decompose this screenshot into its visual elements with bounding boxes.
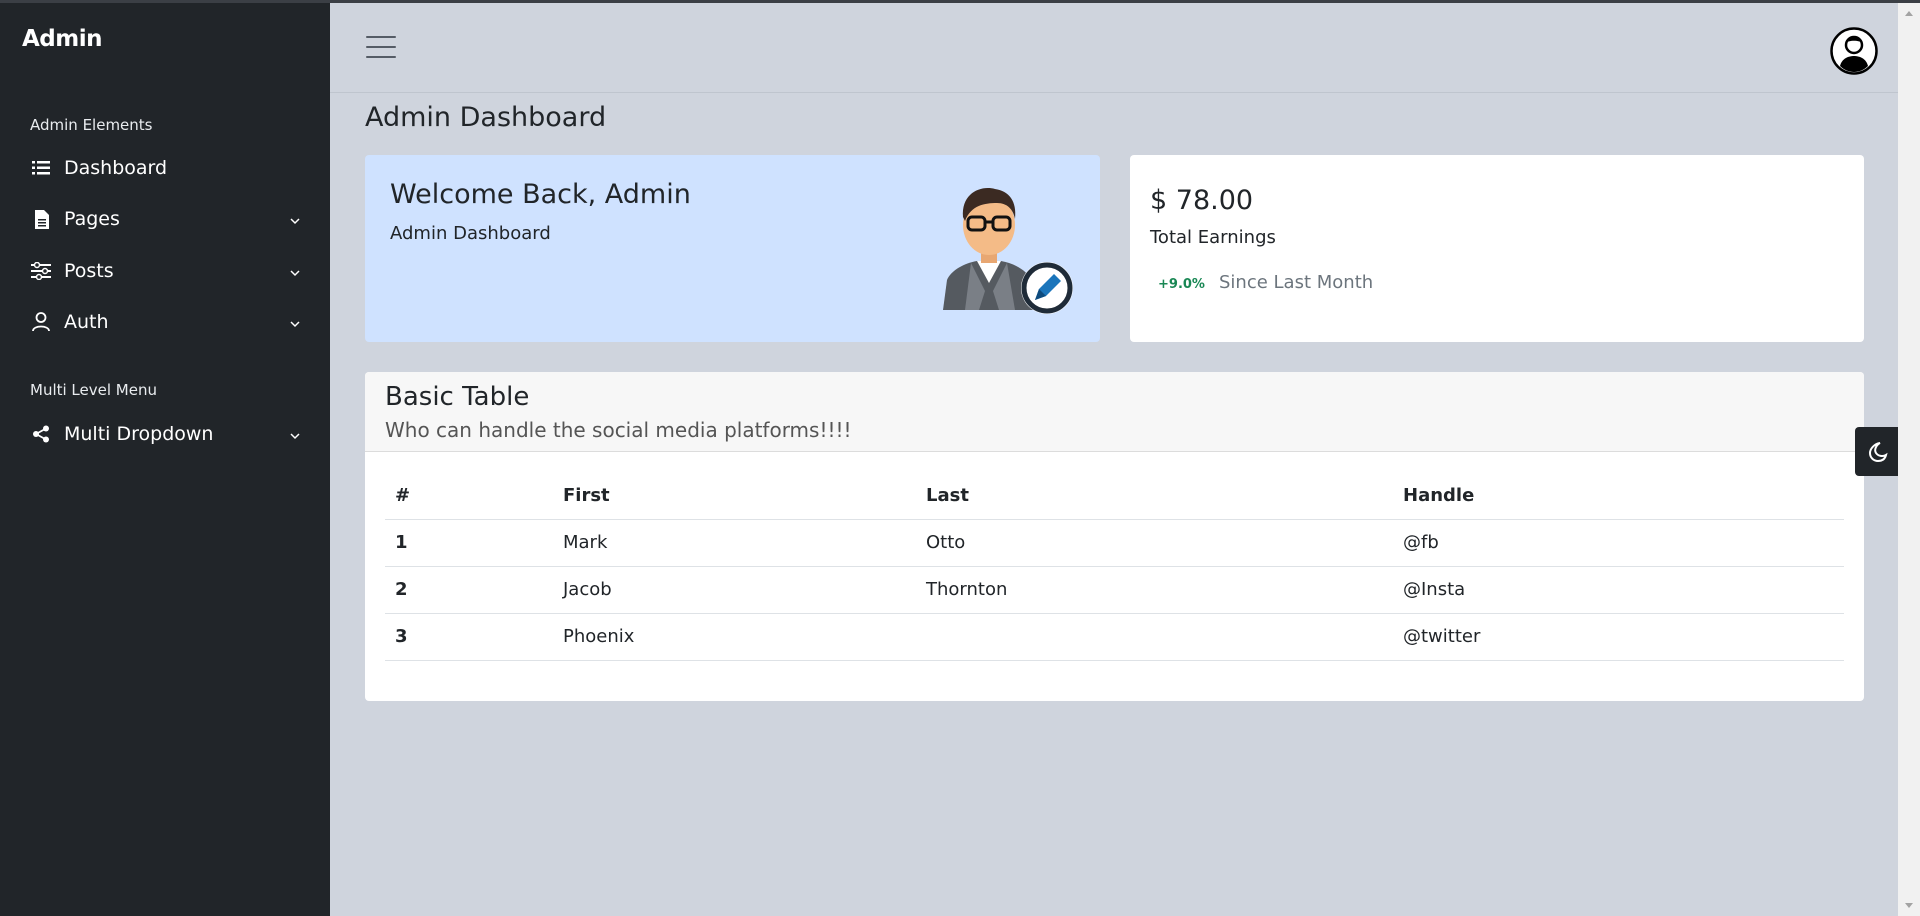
table-row: 1 Mark Otto @fb: [385, 519, 1844, 567]
share-icon: [30, 423, 52, 445]
sliders-icon: [30, 260, 52, 282]
hamburger-icon[interactable]: [366, 36, 396, 60]
sidebar: Admin Admin Elements Dashboard Pages Pos…: [0, 0, 330, 916]
table-cell: @Insta: [1393, 566, 1844, 614]
page-title: Admin Dashboard: [365, 102, 607, 133]
moon-icon: [1868, 441, 1888, 462]
chevron-down-icon: [290, 270, 300, 277]
scroll-up-arrow-icon[interactable]: [1905, 11, 1913, 16]
welcome-subtitle: Admin Dashboard: [390, 223, 551, 244]
section-label-multi-level-menu: Multi Level Menu: [30, 381, 157, 399]
window-top-border: [0, 0, 1920, 3]
table-cell: Jacob: [553, 566, 916, 614]
sidebar-item-multi-dropdown[interactable]: Multi Dropdown: [30, 414, 306, 454]
chevron-down-icon: [290, 433, 300, 440]
list-icon: [30, 157, 52, 179]
table-cell: 1: [385, 519, 553, 567]
chevron-down-icon: [290, 321, 300, 328]
chevron-down-icon: [290, 218, 300, 225]
table-card-header: Basic Table Who can handle the social me…: [365, 372, 1864, 452]
earnings-label: Total Earnings: [1150, 227, 1276, 248]
table-cell: [916, 613, 1393, 661]
column-header: First: [553, 472, 916, 520]
sidebar-item-label: Multi Dropdown: [64, 423, 214, 445]
user-icon: [30, 311, 52, 333]
sidebar-item-label: Posts: [64, 260, 114, 282]
table-cell: @twitter: [1393, 613, 1844, 661]
table-title: Basic Table: [385, 382, 530, 412]
table-cell: Otto: [916, 519, 1393, 567]
top-navbar: [330, 3, 1898, 93]
table-cell: @fb: [1393, 519, 1844, 567]
earnings-amount: $ 78.00: [1150, 185, 1254, 216]
sidebar-item-label: Dashboard: [64, 157, 168, 179]
growth-badge: +9.0%: [1158, 277, 1205, 292]
sidebar-item-posts[interactable]: Posts: [30, 251, 306, 291]
sidebar-item-dashboard[interactable]: Dashboard: [30, 148, 306, 188]
table-cell: 2: [385, 566, 553, 614]
welcome-title: Welcome Back, Admin: [390, 179, 691, 210]
table-cell: Mark: [553, 519, 916, 567]
column-header: Last: [916, 472, 1393, 520]
earnings-card: $ 78.00 Total Earnings +9.0% Since Last …: [1130, 155, 1864, 342]
sidebar-item-pages[interactable]: Pages: [30, 199, 306, 239]
scroll-down-arrow-icon[interactable]: [1905, 903, 1913, 908]
brand-logo[interactable]: Admin: [22, 26, 103, 52]
sidebar-item-auth[interactable]: Auth: [30, 302, 306, 342]
since-last-month-text: Since Last Month: [1219, 272, 1374, 293]
file-icon: [30, 208, 52, 230]
welcome-card: Welcome Back, Admin Admin Dashboard: [365, 155, 1100, 342]
basic-table-card: Basic Table Who can handle the social me…: [365, 372, 1864, 701]
table-subtitle: Who can handle the social media platform…: [385, 418, 852, 442]
table-cell: 3: [385, 613, 553, 661]
column-header: #: [385, 472, 553, 520]
table-cell: Phoenix: [553, 613, 916, 661]
table-cell: Thornton: [916, 566, 1393, 614]
page-scrollbar[interactable]: [1898, 3, 1920, 916]
table-row: 2 Jacob Thornton @Insta: [385, 566, 1844, 614]
user-avatar-icon[interactable]: [1830, 27, 1878, 75]
sidebar-item-label: Pages: [64, 208, 120, 230]
section-label-admin-elements: Admin Elements: [30, 116, 153, 134]
basic-table: # First Last Handle 1 Mark Otto @fb 2 Ja…: [385, 472, 1844, 661]
sidebar-item-label: Auth: [64, 311, 109, 333]
admin-illustration: [935, 175, 1085, 325]
column-header: Handle: [1393, 472, 1844, 520]
table-row: 3 Phoenix @twitter: [385, 613, 1844, 661]
table-header-row: # First Last Handle: [385, 472, 1844, 520]
theme-toggle-button[interactable]: [1855, 427, 1898, 476]
